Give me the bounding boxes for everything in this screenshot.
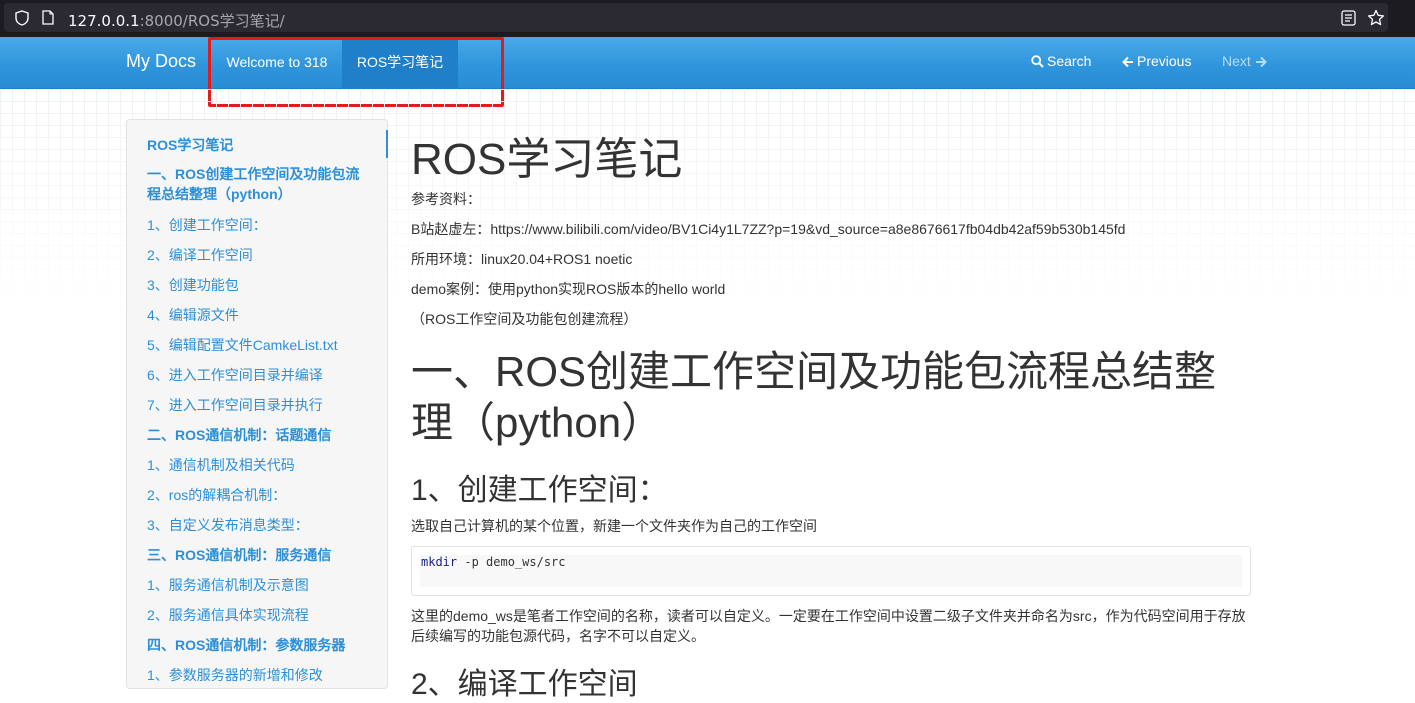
toc-item[interactable]: ROS学习笔记 [147, 135, 233, 155]
search-button[interactable]: Search [1031, 53, 1091, 69]
toc-item[interactable]: 四、ROS通信机制：参数服务器 [147, 635, 345, 655]
reader-view-icon[interactable] [1341, 10, 1356, 31]
page-icon [42, 10, 54, 30]
toc-item[interactable]: 5、编辑配置文件CamkeList.txt [147, 335, 338, 355]
code-text: mkdir -p demo_ws/src [421, 555, 566, 569]
toc-item[interactable]: 2、编译工作空间 [147, 245, 253, 265]
toc-item[interactable]: 1、服务通信机制及示意图 [147, 575, 309, 595]
toc-active-indicator [386, 130, 388, 158]
demo-text: demo案例：使用python实现ROS版本的hello world [411, 281, 726, 297]
site-brand[interactable]: My Docs [126, 51, 196, 72]
previous-label: Previous [1137, 53, 1192, 69]
next-button[interactable]: Next [1222, 53, 1270, 69]
page-title: ROS学习笔记 [411, 135, 683, 184]
toc-item[interactable]: 4、编辑源文件 [147, 305, 239, 325]
arrow-left-icon [1122, 56, 1133, 68]
reference-link: B站赵虚左：https://www.bilibili.com/video/BV1… [411, 221, 1126, 237]
code-block: mkdir -p demo_ws/src [411, 546, 1251, 596]
browser-toolbar: 127.0.0.1:8000/ROS学习笔记/ [0, 0, 1415, 37]
toc-item[interactable]: 3、创建功能包 [147, 275, 239, 295]
subsection-heading: 1、创建工作空间： [411, 474, 668, 507]
toc-item[interactable]: 1、参数服务器的新增和修改 [147, 665, 323, 685]
toc-item[interactable]: 2、ros的解耦合机制： [147, 485, 286, 505]
environment-text: 所用环境：linux20.04+ROS1 noetic [411, 251, 633, 267]
next-label: Next [1222, 53, 1251, 69]
toc-item[interactable]: 一、ROS创建工作空间及功能包流程总结整理（python） [147, 164, 369, 204]
previous-button[interactable]: Previous [1122, 53, 1191, 69]
toc-item[interactable]: 1、通信机制及相关代码 [147, 455, 295, 475]
toc-item[interactable]: 6、进入工作空间目录并编译 [147, 365, 323, 385]
toc-item[interactable]: 三、ROS通信机制：服务通信 [147, 545, 331, 565]
reference-label: 参考资料： [411, 191, 481, 207]
url-text[interactable]: 127.0.0.1:8000/ROS学习笔记/ [68, 10, 285, 31]
shield-icon[interactable] [15, 10, 29, 31]
explanation-text: 这里的demo_ws是笔者工作空间的名称，读者可以自定义。一定要在工作空间中设置… [411, 608, 1246, 644]
toc-item[interactable]: 二、ROS通信机制：话题通信 [147, 425, 331, 445]
arrow-right-icon [1255, 56, 1267, 68]
subsection-heading: 2、编译工作空间 [411, 668, 638, 701]
section-heading: 一、ROS创建工作空间及功能包流程总结整理（python） [411, 348, 1217, 446]
search-label: Search [1047, 53, 1092, 69]
bookmark-star-icon[interactable] [1367, 9, 1385, 32]
demo-subtitle: （ROS工作空间及功能包创建流程） [411, 311, 638, 327]
code-arguments: -p demo_ws/src [457, 555, 566, 569]
toc-item[interactable]: 7、进入工作空间目录并执行 [147, 395, 323, 415]
toc-item[interactable]: 2、服务通信具体实现流程 [147, 605, 309, 625]
toc-item[interactable]: 3、自定义发布消息类型： [147, 515, 309, 535]
url-bar[interactable]: 127.0.0.1:8000/ROS学习笔记/ [4, 3, 1388, 32]
toc-item[interactable]: 1、创建工作空间： [147, 215, 267, 235]
code-command: mkdir [421, 555, 458, 569]
sidebar-toc: ROS学习笔记 一、ROS创建工作空间及功能包流程总结整理（python） 1、… [126, 119, 388, 689]
subsection-description: 选取自己计算机的某个位置，新建一个文件夹作为自己的工作空间 [411, 518, 817, 534]
search-icon [1031, 55, 1044, 68]
